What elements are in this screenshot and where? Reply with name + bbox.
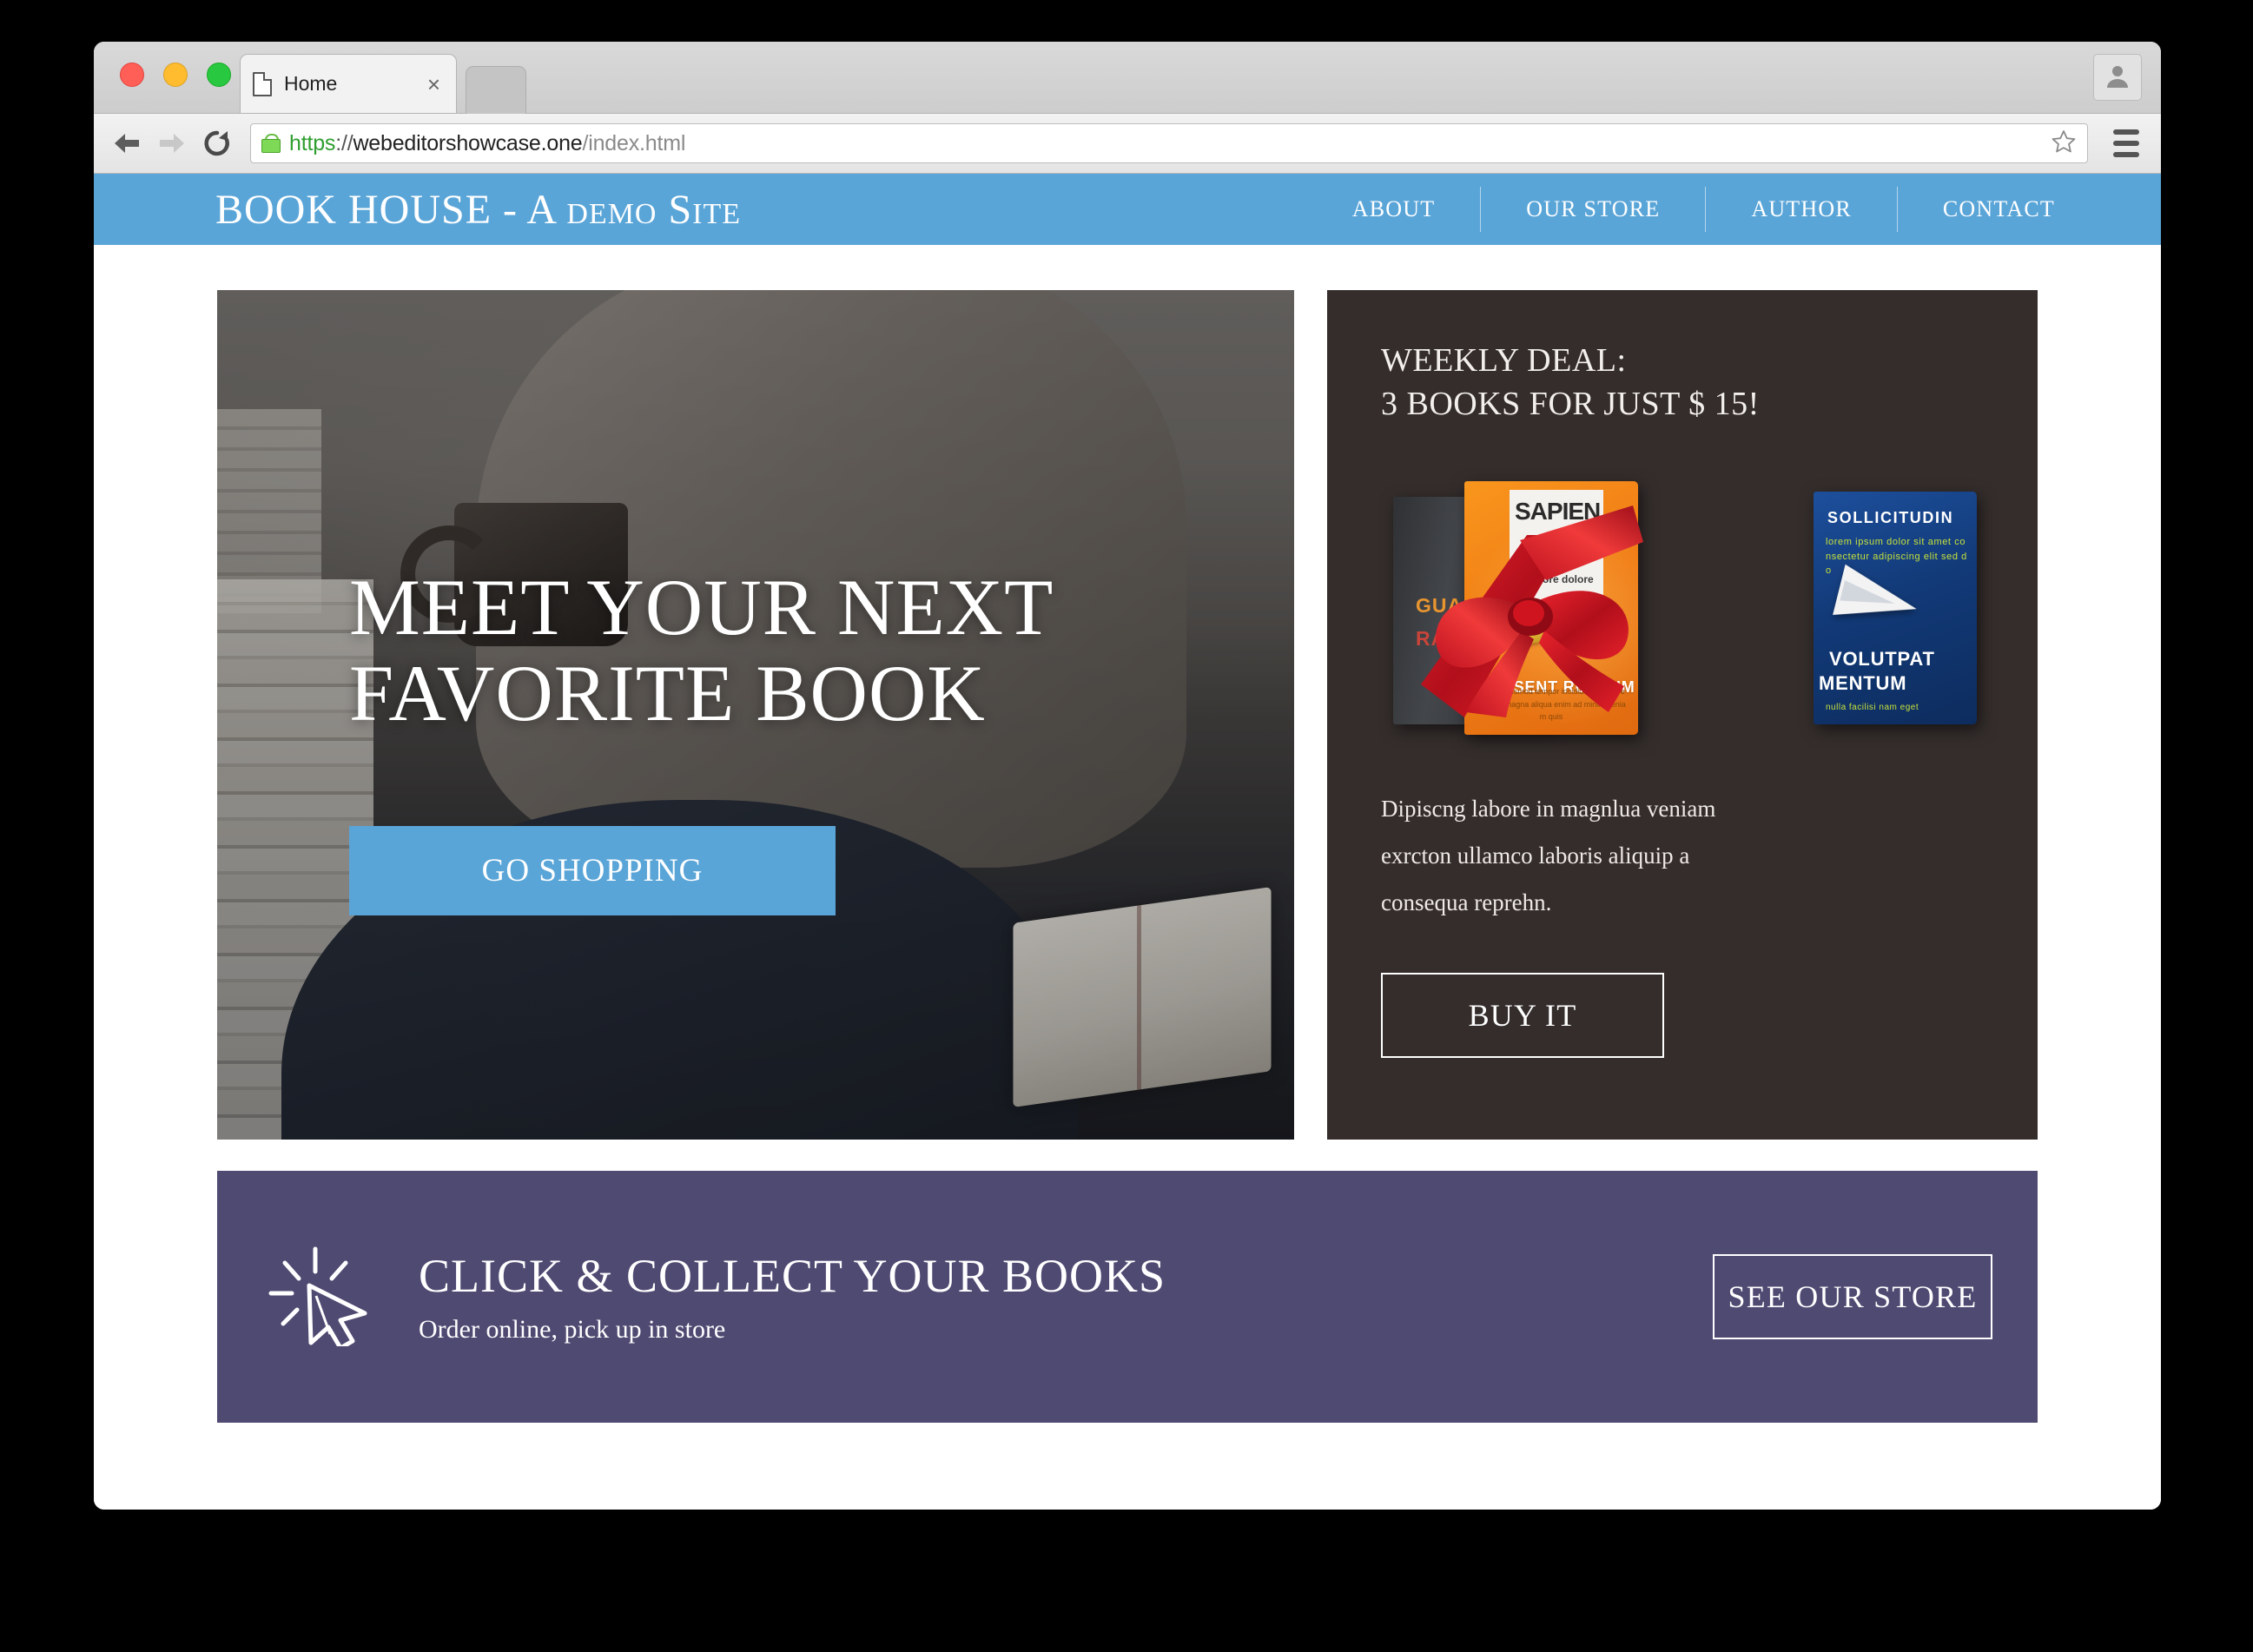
page-viewport: BOOK HOUSE - A demo Site ABOUT OUR STORE… [94,174,2161,1510]
hamburger-menu-icon[interactable] [2102,114,2151,173]
hero-copy: MEET YOUR NEXT FAVORITE BOOK GO SHOPPING [349,563,1242,915]
tab-title: Home [284,72,338,95]
nav-item-about[interactable]: ABOUT [1307,187,1481,232]
page-content: MEET YOUR NEXT FAVORITE BOOK GO SHOPPING… [94,245,2161,1423]
browser-tab-strip: Home × [94,42,2161,114]
nav-item-contact[interactable]: CONTACT [1896,187,2100,232]
book-orange-subtitle: sed do eiusmod tempor incididunt labore … [1477,687,1626,721]
browser-window: Home × https://webeditorshowcase.one/ind… [94,42,2161,1510]
deal-heading: WEEKLY DEAL: 3 BOOKS FOR JUST $ 15! [1381,339,1984,426]
banner-title: CLICK & COLLECT YOUR BOOKS [419,1250,1166,1302]
window-close-button[interactable] [120,63,144,87]
page-icon [253,71,272,96]
reload-icon[interactable] [198,124,236,162]
banner-copy: CLICK & COLLECT YOUR BOOKS Order online,… [419,1249,1713,1345]
site-header: BOOK HOUSE - A demo Site ABOUT OUR STORE… [94,174,2161,245]
hero-section: MEET YOUR NEXT FAVORITE BOOK GO SHOPPING [217,290,1294,1140]
window-minimize-button[interactable] [163,63,188,87]
book-cover-blue: SOLLICITUDIN lorem ipsum dolor sit amet … [1814,492,1977,725]
book-blue-bottom-subtitle: nulla facilisi nam eget [1826,703,1919,713]
book-orange-overlay-title: SAPIEN [1515,498,1601,525]
book-blue-bottom-title-2: MENTUM [1819,672,1907,695]
go-shopping-button[interactable]: GO SHOPPING [349,825,836,915]
forward-arrow-icon[interactable] [153,124,191,162]
book-gray-title-b: RA [1416,627,1447,651]
click-collect-banner: CLICK & COLLECT YOUR BOOKS Order online,… [217,1171,2038,1423]
deal-description: Dipiscng labore in magnlua veniam exrcto… [1381,796,1716,916]
buy-it-button[interactable]: BUY IT [1381,973,1664,1059]
deal-heading-line2: 3 BOOKS FOR JUST $ 15! [1381,386,1760,423]
weekly-deal-panel: WEEKLY DEAL: 3 BOOKS FOR JUST $ 15! GUAS… [1327,290,2038,1140]
tab-close-icon[interactable]: × [424,73,444,96]
lock-icon [261,134,281,153]
browser-toolbar: https://webeditorshowcase.one/index.html [94,114,2161,174]
hero-title: MEET YOUR NEXT FAVORITE BOOK [349,563,1242,738]
nav-item-author[interactable]: AUTHOR [1705,187,1897,232]
book-blue-bottom-title-1: VOLUTPAT [1829,648,1935,671]
site-navigation: ABOUT OUR STORE AUTHOR CONTACT [1307,174,2100,245]
deal-books-image: GUAS & RA SOLLICITUDIN lorem ipsum dolor… [1381,466,1984,770]
back-arrow-icon[interactable] [108,124,146,162]
deal-heading-line1: WEEKLY DEAL: [1381,342,1627,379]
see-our-store-button[interactable]: SEE OUR STORE [1713,1254,1992,1339]
url-host: webeditorshowcase.one [353,130,583,155]
url-path: /index.html [582,130,686,155]
url-separator: :// [335,130,353,155]
profile-avatar-icon[interactable] [2093,54,2142,101]
new-tab-button[interactable] [466,66,526,114]
book-cover-orange: SAPIEN ut labore dolore PRAESENT RUTRUM … [1464,481,1638,736]
scroll-illustration [1516,599,1617,646]
banner-subtitle: Order online, pick up in store [419,1315,726,1344]
site-title: BOOK HOUSE - A demo Site [215,186,742,233]
hero-title-line2: FAVORITE BOOK [349,649,986,738]
star-icon[interactable] [2051,129,2077,159]
click-cursor-icon [268,1244,370,1351]
window-controls [120,63,231,87]
book-orange-overlay-line: ut labore dolore [1515,573,1594,586]
url-text: https://webeditorshowcase.one/index.html [289,131,2042,156]
browser-tab[interactable]: Home × [240,54,457,113]
address-bar[interactable]: https://webeditorshowcase.one/index.html [250,123,2088,163]
url-scheme: https [289,130,336,155]
book-blue-top-title: SOLLICITUDIN [1827,509,1954,527]
nav-item-our-store[interactable]: OUR STORE [1480,187,1705,232]
window-maximize-button[interactable] [207,63,231,87]
top-row: MEET YOUR NEXT FAVORITE BOOK GO SHOPPING… [94,290,2161,1140]
hero-title-line1: MEET YOUR NEXT [349,563,1054,651]
